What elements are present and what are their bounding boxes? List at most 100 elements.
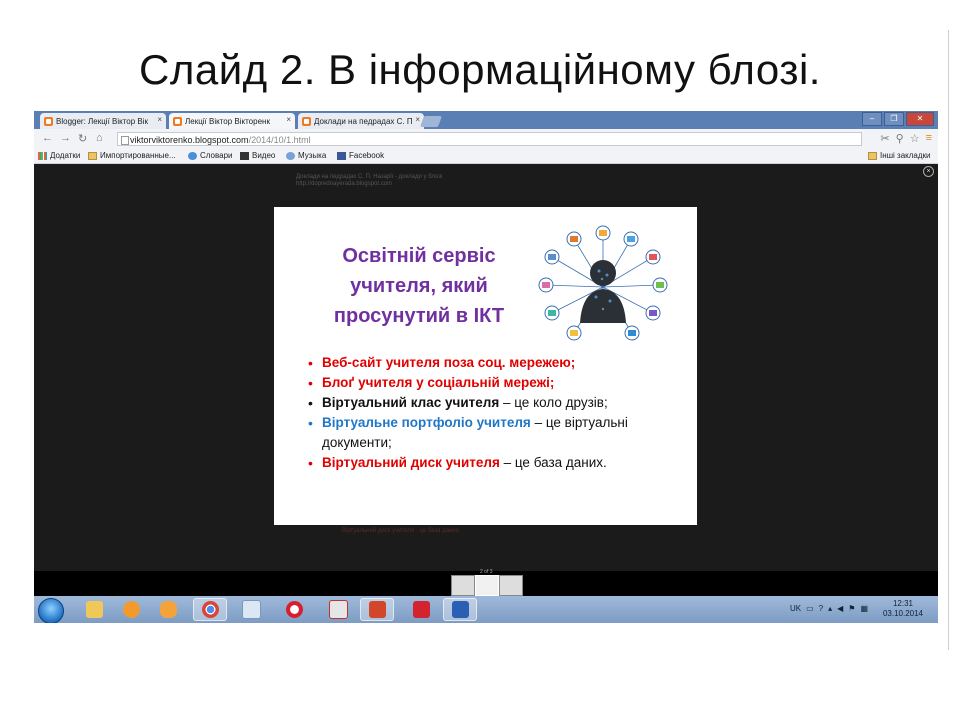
blogger-icon <box>44 116 53 126</box>
image-viewer: Доклади на педрадах С. П. Назарії - докл… <box>34 164 938 571</box>
bookmark-facebook[interactable]: Facebook <box>337 151 384 160</box>
close-tab-icon[interactable]: × <box>415 115 420 124</box>
clock[interactable]: 12:31 03.10.2014 <box>876 599 930 619</box>
reload-icon[interactable]: ↻ <box>78 132 87 145</box>
list-item: Блоґ учителя у соціальній мережі; <box>308 373 688 393</box>
bookmark-imported[interactable]: Импортированные... <box>88 151 176 160</box>
language-indicator[interactable]: UK <box>790 604 801 613</box>
bookmark-apps[interactable]: Додатки <box>38 151 80 160</box>
paint-icon <box>328 600 348 619</box>
notepad-icon <box>241 600 261 619</box>
slide-title: Слайд 2. В інформаційному блозі. <box>139 46 821 93</box>
thumbnail[interactable] <box>475 575 499 596</box>
chrome-app[interactable] <box>193 598 227 621</box>
music-icon <box>286 151 295 160</box>
start-button[interactable] <box>38 598 64 623</box>
close-tab-icon[interactable]: × <box>286 115 291 124</box>
arrow-up-icon[interactable]: ▴ <box>828 604 832 613</box>
opera-app[interactable] <box>277 598 311 621</box>
powerpoint-icon <box>368 601 386 618</box>
media-player-icon <box>122 601 140 618</box>
clock-time: 12:31 <box>892 599 914 608</box>
list-item: Віртуальне портфоліо учителя – це віртуа… <box>308 413 688 453</box>
video-icon <box>240 151 249 160</box>
address-bar[interactable]: viktorviktorenko.blogspot.com/2014/10/1.… <box>117 132 862 146</box>
flag-icon[interactable]: ⚑ <box>848 604 855 613</box>
other-bookmarks[interactable]: Інші закладки <box>868 151 931 160</box>
word-icon <box>451 601 469 618</box>
facebook-icon <box>337 151 346 160</box>
minimize-icon[interactable]: – <box>862 112 882 126</box>
toolbar-actions: ✂ ⚲ ☆ ≡ <box>880 132 932 145</box>
scratch-cat-icon <box>159 601 177 618</box>
word-app[interactable] <box>443 598 477 621</box>
other-bookmarks-label: Інші закладки <box>880 151 931 160</box>
taskbar: UK ▭ ? ▴ ◀ ⚑ ▦ 12:31 03.10.2014 <box>34 596 938 623</box>
bookmark-video[interactable]: Видео <box>240 151 275 160</box>
browser-screenshot: Blogger: Лекції Віктор Вік × Лекції Вікт… <box>34 111 938 623</box>
tab-blogger[interactable]: Blogger: Лекції Віктор Вік × <box>40 113 166 129</box>
thumbnail[interactable] <box>499 575 523 596</box>
new-tab-button[interactable] <box>419 116 443 127</box>
bookmark-dictionaries[interactable]: Словари <box>188 151 233 160</box>
tab-reports[interactable]: Доклади на педрадах С. П × <box>298 113 424 129</box>
back-icon[interactable]: ← <box>42 132 53 144</box>
browser-toolbar: ← → ↻ ⌂ viktorviktorenko.blogspot.com/20… <box>34 129 938 149</box>
blogger-icon <box>173 116 182 126</box>
list-item: Віртуальний диск учителя – це база даних… <box>308 453 688 473</box>
folder-icon <box>88 151 97 160</box>
paint-app[interactable] <box>321 598 355 621</box>
page-icon <box>121 136 129 145</box>
list-item: Віртуальний клас учителя – це коло друзі… <box>308 393 688 413</box>
bookmark-star-icon[interactable]: ☆ <box>910 132 920 145</box>
search-icon[interactable]: ⚲ <box>896 132 904 145</box>
url-host: viktorviktorenko.blogspot.com <box>130 135 249 145</box>
extension-icon[interactable]: ✂ <box>880 132 889 145</box>
notepad-app[interactable] <box>234 598 268 621</box>
folder-icon <box>85 601 103 618</box>
bookmark-label: Видео <box>252 151 276 160</box>
clock-date: 03.10.2014 <box>882 609 924 618</box>
opera-icon <box>285 601 303 618</box>
slide-divider <box>948 30 949 650</box>
services-list: Веб-сайт учителя поза соц. мережею; Блоґ… <box>308 353 688 473</box>
background-text: Віртуальний диск учителя - це база даних… <box>342 528 461 534</box>
caption-line: Доклади на педрадах С. П. Назарії - докл… <box>296 174 443 180</box>
codec-app[interactable] <box>404 598 438 621</box>
bookmark-label: Додатки <box>50 151 81 160</box>
slide-image[interactable]: Освітній сервіс учителя, який просунутий… <box>274 207 697 525</box>
bookmark-music[interactable]: Музыка <box>286 151 326 160</box>
bookmark-label: Музыка <box>298 151 327 160</box>
bookmark-label: Facebook <box>349 151 385 160</box>
network-icon[interactable]: ▦ <box>860 604 868 613</box>
forward-icon[interactable]: → <box>60 132 71 144</box>
powerpoint-app[interactable] <box>360 598 394 621</box>
doc-title: Освітній сервіс учителя, який просунутий… <box>333 245 505 327</box>
home-icon[interactable]: ⌂ <box>96 132 103 144</box>
scratch-app[interactable] <box>151 598 185 621</box>
volume-icon[interactable]: ◀ <box>837 604 843 613</box>
system-tray: UK ▭ ? ▴ ◀ ⚑ ▦ <box>790 604 868 613</box>
close-viewer-icon[interactable]: × <box>923 166 934 177</box>
maximize-icon[interactable]: ❐ <box>884 112 904 126</box>
tab-lectures[interactable]: Лекції Віктор Вікторенк × <box>169 113 295 129</box>
bookmarks-bar: Додатки Импортированные... Словари Видео… <box>34 149 938 164</box>
window-controls: – ❐ ✕ <box>862 112 934 126</box>
thumbnail[interactable] <box>451 575 475 596</box>
tab-strip: Blogger: Лекції Віктор Вік × Лекції Вікт… <box>34 111 938 129</box>
menu-icon[interactable]: ≡ <box>926 132 932 145</box>
blogger-icon <box>302 116 311 126</box>
folder-icon <box>868 151 877 160</box>
tab-label: Blogger: Лекції Віктор Вік <box>56 116 149 126</box>
tab-label: Лекції Віктор Вікторенк <box>185 116 270 126</box>
close-tab-icon[interactable]: × <box>157 115 162 124</box>
close-window-icon[interactable]: ✕ <box>906 112 934 126</box>
filmstrip: 2 of 3 <box>34 569 938 596</box>
network-graphic <box>538 225 668 341</box>
bookmark-label: Словари <box>200 151 233 160</box>
media-player-app[interactable] <box>114 598 148 621</box>
keyboard-icon[interactable]: ▭ <box>806 604 814 613</box>
codec-icon <box>412 601 430 618</box>
help-icon[interactable]: ? <box>819 604 823 613</box>
explorer-app[interactable] <box>77 598 111 621</box>
